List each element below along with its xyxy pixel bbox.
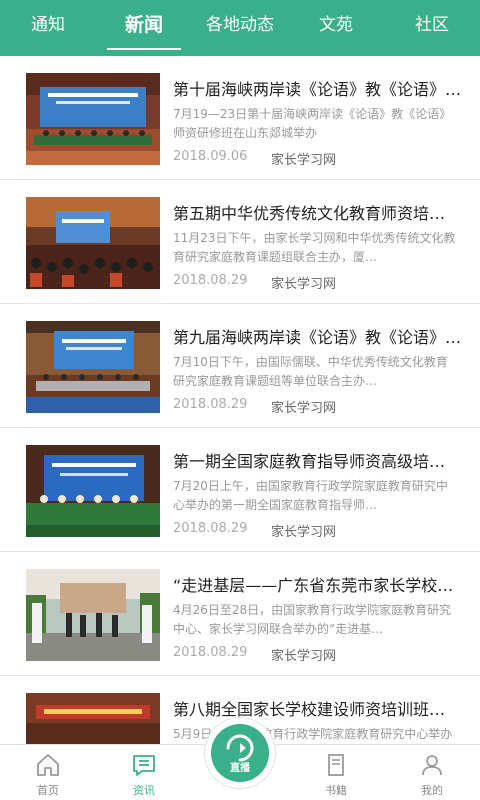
news-thumbnail bbox=[26, 321, 160, 413]
tab-news[interactable]: 新闻 bbox=[96, 0, 192, 56]
nav-home-label: 首页 bbox=[37, 784, 59, 797]
news-date: 2018.08.29 bbox=[173, 397, 248, 412]
nav-news-label: 资讯 bbox=[133, 784, 155, 797]
news-source: 家长学习网 bbox=[271, 153, 337, 168]
home-icon bbox=[37, 754, 59, 776]
news-source: 家长学习网 bbox=[271, 525, 337, 540]
news-thumbnail bbox=[26, 73, 160, 165]
news-thumbnail bbox=[26, 569, 160, 661]
tab-community[interactable]: 社区 bbox=[384, 0, 480, 56]
live-button-inner: 直播 bbox=[211, 724, 269, 782]
news-item[interactable]: 第十届海峡两岸读《论语》教《论语》… 7月19—23日第十届海峡两岸读《论语》教… bbox=[0, 56, 480, 180]
news-thumbnail bbox=[26, 445, 160, 537]
nav-news[interactable]: 资讯 bbox=[96, 745, 192, 800]
news-list: 第十届海峡两岸读《论语》教《论语》… 7月19—23日第十届海峡两岸读《论语》教… bbox=[0, 56, 480, 744]
news-thumbnail bbox=[26, 693, 160, 744]
live-label: 直播 bbox=[230, 763, 250, 774]
news-summary: 4月26日至28日，由国家教育行政学院家庭教育研究中心、家长学习网联合举办的“走… bbox=[173, 603, 452, 636]
news-date: 2018.08.29 bbox=[173, 645, 248, 660]
news-title[interactable]: “走进基层——广东省东莞市家长学校… bbox=[173, 572, 461, 598]
news-item[interactable]: 第五期中华优秀传统文化教育师资培… 11月23日下午，由家长学习网和中华优秀传统… bbox=[0, 180, 480, 304]
news-date: 2018.08.29 bbox=[173, 273, 248, 288]
news-item[interactable]: 第一期全国家庭教育指导师资高级培… 7月20日上午，由国家教育行政学院家庭教育研… bbox=[0, 428, 480, 552]
live-button[interactable]: 直播 bbox=[205, 718, 275, 788]
news-date: 2018.09.06 bbox=[173, 149, 248, 164]
news-title[interactable]: 第九届海峡两岸读《论语》教《论语》… bbox=[173, 324, 461, 350]
tab-literature[interactable]: 文苑 bbox=[288, 0, 384, 56]
news-summary: 7月19—23日第十届海峡两岸读《论语》教《论语》师资研修班在山东郯城举办 bbox=[173, 107, 452, 140]
news-summary: 7月10日下午，由国际儒联、中华优秀传统文化教育研究家庭教育课题组等单位联合主办… bbox=[173, 355, 448, 388]
book-icon bbox=[328, 754, 344, 776]
news-title[interactable]: 第八期全国家长学校建设师资培训班… bbox=[173, 696, 461, 722]
news-source: 家长学习网 bbox=[271, 401, 337, 416]
news-source: 家长学习网 bbox=[271, 277, 337, 292]
nav-books[interactable]: 书籍 bbox=[288, 745, 384, 800]
news-title[interactable]: 第十届海峡两岸读《论语》教《论语》… bbox=[173, 76, 461, 102]
news-summary: 11月23日下午，由家长学习网和中华优秀传统文化教育研究家庭教育课题组联合主办，… bbox=[173, 231, 456, 264]
news-title[interactable]: 第一期全国家庭教育指导师资高级培… bbox=[173, 448, 461, 474]
user-icon bbox=[422, 755, 442, 776]
nav-books-label: 书籍 bbox=[325, 784, 347, 797]
news-summary: 7月20日上午，由国家教育行政学院家庭教育研究中心举办的第一期全国家庭教育指导师… bbox=[173, 479, 448, 512]
news-thumbnail bbox=[26, 197, 160, 289]
nav-profile[interactable]: 我的 bbox=[384, 745, 480, 800]
nav-profile-label: 我的 bbox=[421, 784, 443, 797]
nav-home[interactable]: 首页 bbox=[0, 745, 96, 800]
top-tab-bar: 通知 新闻 各地动态 文苑 社区 bbox=[0, 0, 480, 56]
news-item[interactable]: “走进基层——广东省东莞市家长学校… 4月26日至28日，由国家教育行政学院家庭… bbox=[0, 552, 480, 676]
news-item[interactable]: 第九届海峡两岸读《论语》教《论语》… 7月10日下午，由国际儒联、中华优秀传统文… bbox=[0, 304, 480, 428]
news-date: 2018.08.29 bbox=[173, 521, 248, 536]
news-title[interactable]: 第五期中华优秀传统文化教育师资培… bbox=[173, 200, 461, 226]
tab-notice[interactable]: 通知 bbox=[0, 0, 96, 56]
news-source: 家长学习网 bbox=[271, 649, 337, 664]
tab-local-news[interactable]: 各地动态 bbox=[192, 0, 288, 56]
news-icon bbox=[133, 755, 155, 776]
